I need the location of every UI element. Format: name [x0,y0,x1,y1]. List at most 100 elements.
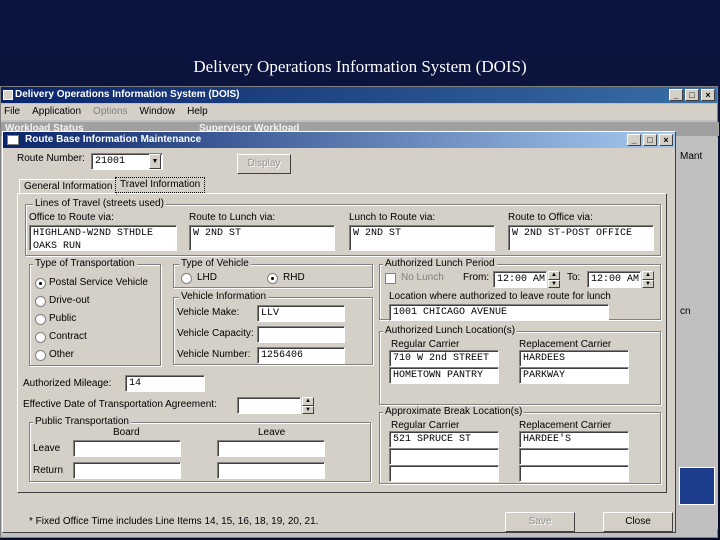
lunch-to-label: To: [567,272,581,283]
break-regular-2-input[interactable] [389,448,499,465]
decorative-logo [679,467,715,505]
bg-text-cn: cn [680,306,691,317]
lunch-regular-carrier-label: Regular Carrier [391,339,460,350]
maximize-icon[interactable]: □ [685,89,699,101]
office-to-route-input[interactable]: HIGHLAND-W2ND STHDLE OAKS RUN [29,225,177,251]
break-regular-1-input[interactable]: 521 SPRUCE ST [389,431,499,448]
route-to-office-input[interactable]: W 2ND ST-POST OFFICE [508,225,654,251]
lunch-location-label: Location where authorized to leave route… [389,291,611,302]
no-lunch-label: No Lunch [401,272,444,283]
footnote: * Fixed Office Time includes Line Items … [29,516,319,527]
break-regular-3-input[interactable] [389,465,499,482]
radio-public[interactable] [35,314,46,325]
leave-column-label: Leave [258,427,286,438]
break-replacement-3-input[interactable] [519,465,629,482]
lunch-location-input[interactable]: 1001 CHICAGO AVENUE [389,304,609,321]
break-locations-title: Approximate Break Location(s) [383,406,525,417]
lunch-regular-1-input[interactable]: 710 W 2nd STREET [389,350,499,367]
lines-of-travel-title: Lines of Travel (streets used) [33,198,166,209]
leave-leave-input[interactable] [217,440,325,457]
lunch-from-label: From: [463,272,490,283]
effective-date-label: Effective Date of Transportation Agreeme… [23,399,217,410]
return-board-input[interactable] [73,462,181,479]
menu-file[interactable]: File [4,104,20,120]
app-title: Delivery Operations Information System (… [15,89,240,100]
radio-drive-out[interactable] [35,296,46,307]
lunch-regular-2-input[interactable]: HOMETOWN PANTRY [389,367,499,384]
dialog-title: Route Base Information Maintenance [25,134,202,145]
radio-postal-vehicle[interactable] [35,278,46,289]
app-titlebar: Delivery Operations Information System (… [1,87,717,103]
menubar: File Application Options Window Help [1,104,717,120]
postal-vehicle-label: Postal Service Vehicle [49,277,148,288]
office-to-route-label: Office to Route via: [29,212,114,223]
menu-window[interactable]: Window [140,104,176,120]
lunch-period-title: Authorized Lunch Period [383,258,497,269]
vehicle-make-label: Vehicle Make: [177,307,240,318]
dialog-titlebar: Route Base Information Maintenance _ □ × [3,132,675,148]
public-transportation-title: Public Transportation [33,416,131,427]
app-icon [3,90,13,100]
no-lunch-checkbox[interactable] [385,273,396,284]
radio-other[interactable] [35,350,46,361]
route-number-label: Route Number: [17,153,85,164]
lunch-to-route-input[interactable]: W 2ND ST [349,225,495,251]
break-replacement-2-input[interactable] [519,448,629,465]
radio-rhd[interactable] [267,273,278,284]
dialog-maximize-icon[interactable]: □ [643,134,657,146]
display-button[interactable]: Display [237,154,291,174]
radio-contract[interactable] [35,332,46,343]
lunch-from-spinner[interactable]: ▲ ▼ [548,271,560,288]
lunch-from-input[interactable]: 12:00 AM [493,271,547,288]
route-to-office-label: Route to Office via: [508,212,593,223]
vehicle-type-title: Type of Vehicle [179,258,251,269]
lunch-to-route-label: Lunch to Route via: [349,212,436,223]
break-regular-carrier-label: Regular Carrier [391,420,460,431]
drive-out-label: Drive-out [49,295,90,306]
dialog-close-icon[interactable]: × [659,134,673,146]
menu-application[interactable]: Application [32,104,81,120]
break-replacement-1-input[interactable]: HARDEE'S [519,431,629,448]
route-to-lunch-label: Route to Lunch via: [189,212,276,223]
tab-travel-information[interactable]: Travel Information [115,177,206,193]
close-button[interactable]: Close [603,512,673,532]
contract-label: Contract [49,331,87,342]
leave-row-label: Leave [33,443,61,454]
authorized-mileage-label: Authorized Mileage: [23,378,112,389]
chevron-down-icon[interactable]: ▼ [149,154,161,169]
vehicle-capacity-input[interactable] [257,326,345,343]
lunch-to-spinner[interactable]: ▲ ▼ [642,271,654,288]
return-leave-input[interactable] [217,462,325,479]
break-replacement-carrier-label: Replacement Carrier [519,420,612,431]
dialog-minimize-icon[interactable]: _ [627,134,641,146]
vehicle-number-label: Vehicle Number: [177,349,251,360]
slide-title: Delivery Operations Information System (… [193,57,527,76]
public-label: Public [49,313,77,324]
return-row-label: Return [33,465,64,476]
radio-lhd[interactable] [181,273,192,284]
bg-text-mant: Mant [680,151,703,162]
save-button[interactable]: Save [505,512,575,532]
lhd-label: LHD [197,272,218,283]
lunch-to-input[interactable]: 12:00 AM [587,271,641,288]
authorized-mileage-input[interactable]: 14 [125,375,205,392]
lunch-replacement-carrier-label: Replacement Carrier [519,339,612,350]
other-label: Other [49,349,75,360]
close-icon[interactable]: × [701,89,715,101]
lunch-locations-title: Authorized Lunch Location(s) [383,325,518,336]
menu-options[interactable]: Options [93,104,127,120]
lunch-replacement-2-input[interactable]: PARKWAY [519,367,629,384]
transportation-type-title: Type of Transportation [33,258,137,269]
dialog-icon [7,135,19,145]
effective-date-input[interactable] [237,397,301,414]
leave-board-input[interactable] [73,440,181,457]
vehicle-number-input[interactable]: 1256406 [257,347,345,364]
lunch-replacement-1-input[interactable]: HARDEES [519,350,629,367]
minimize-icon[interactable]: _ [669,89,683,101]
vehicle-info-title: Vehicle Information [179,291,269,302]
rhd-label: RHD [283,272,305,283]
menu-help[interactable]: Help [187,104,208,120]
vehicle-make-input[interactable]: LLV [257,305,345,322]
route-to-lunch-input[interactable]: W 2ND ST [189,225,335,251]
effective-date-spinner[interactable]: ▲ ▼ [302,397,314,414]
